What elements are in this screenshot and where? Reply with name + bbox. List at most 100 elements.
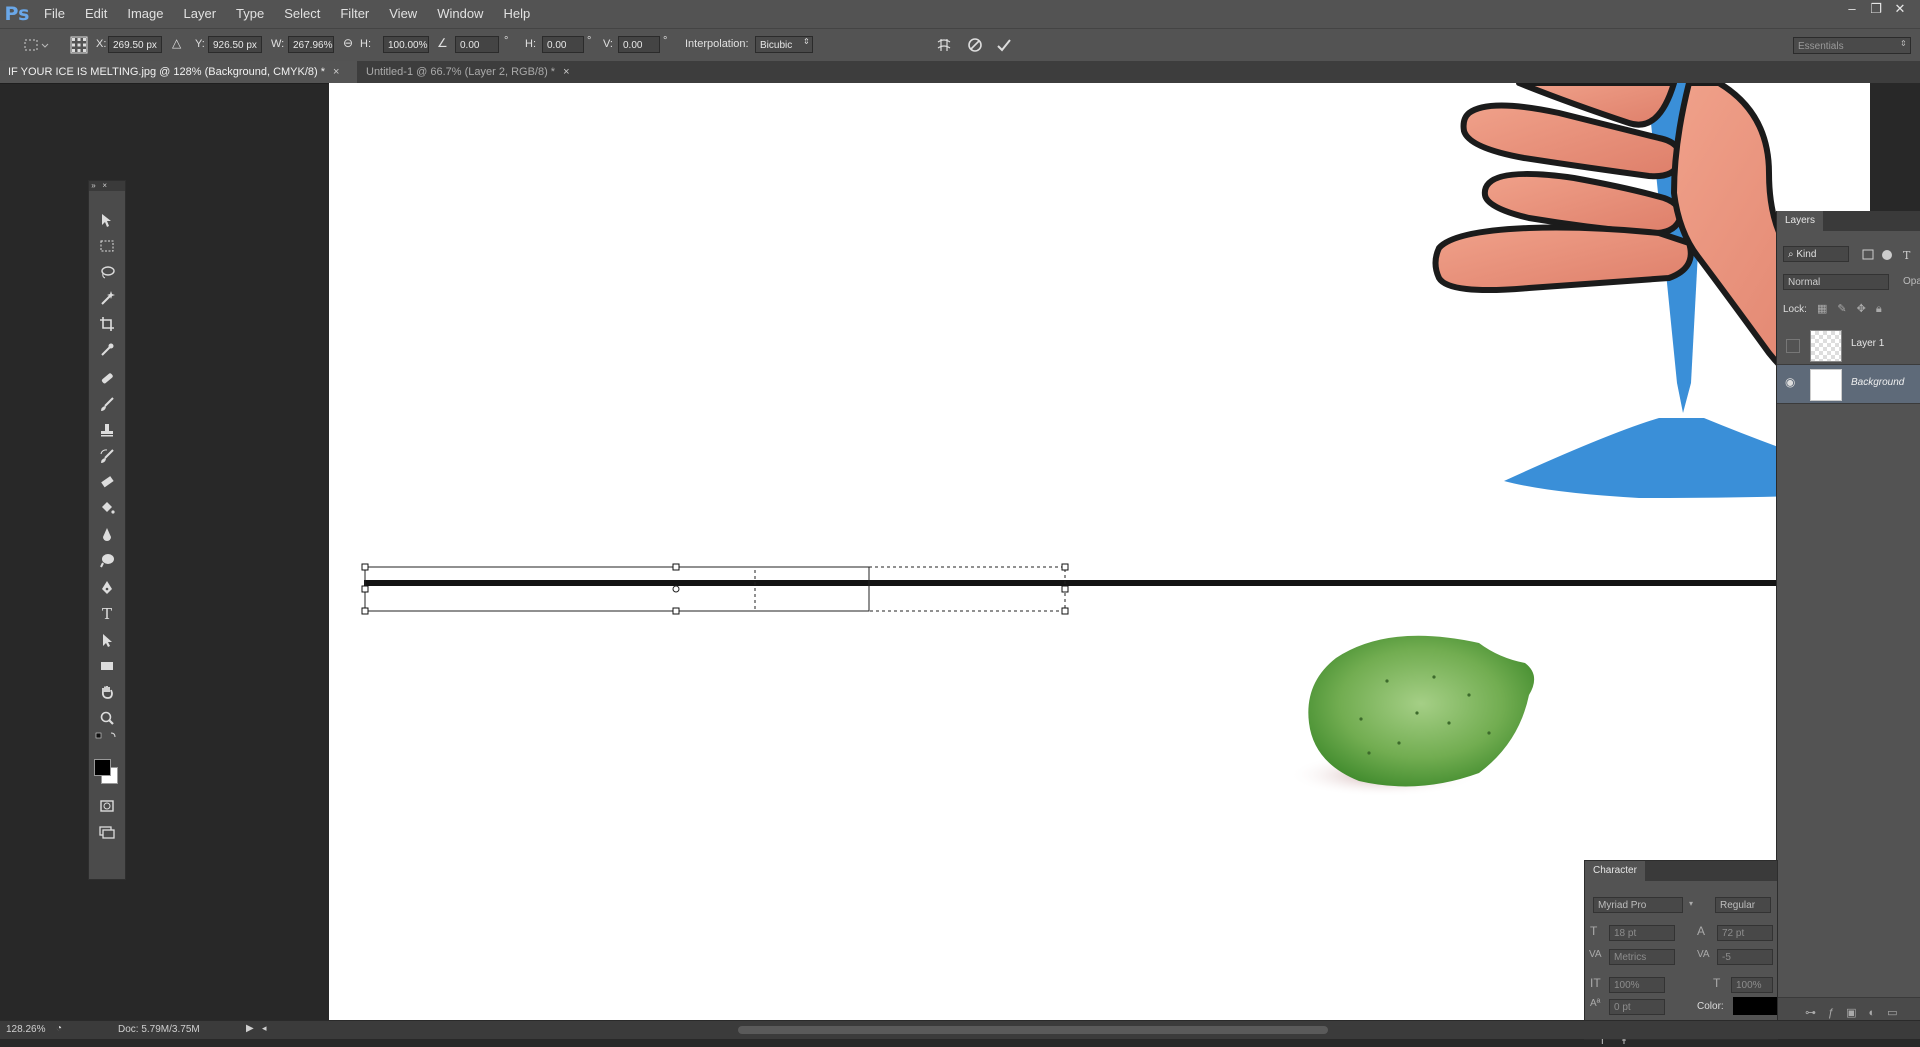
close-button[interactable]: ✕ [1888, 0, 1912, 18]
magic-wand-icon[interactable] [95, 287, 119, 309]
path-selection-icon[interactable] [95, 629, 119, 651]
hand-tool-icon[interactable] [95, 681, 119, 703]
menu-filter[interactable]: Filter [330, 0, 379, 28]
tab-label: Untitled-1 @ 66.7% (Layer 2, RGB/8) * [366, 66, 556, 78]
menu-help[interactable]: Help [493, 0, 540, 28]
eraser-tool-icon[interactable] [95, 471, 119, 493]
menu-window[interactable]: Window [427, 0, 493, 28]
minimize-button[interactable]: – [1840, 0, 1864, 18]
w-label: W: [271, 38, 285, 50]
chevron-down-icon: ▾ [1689, 899, 1694, 908]
vskew-field[interactable]: 0.00 [618, 36, 660, 53]
font-size-field[interactable]: 18 pt [1609, 925, 1675, 941]
type-tool-icon[interactable]: T [95, 603, 119, 625]
vertical-scale-icon: IT [1590, 976, 1601, 990]
angle-field[interactable]: 0.00 [455, 36, 499, 53]
hskew-field[interactable]: 0.00 [542, 36, 584, 53]
blend-mode-select[interactable]: Normal [1783, 274, 1889, 290]
close-tab-icon[interactable]: × [563, 66, 569, 78]
menu-select[interactable]: Select [274, 0, 330, 28]
tab-ice-melting[interactable]: IF YOUR ICE IS MELTING.jpg @ 128% (Backg… [0, 61, 357, 83]
foreground-color-swatch[interactable] [94, 759, 111, 776]
cancel-transform-icon[interactable] [966, 36, 984, 54]
healing-brush-icon[interactable] [95, 367, 119, 389]
vertical-scale-field[interactable]: 100% [1609, 977, 1665, 993]
quick-mask-icon[interactable] [95, 795, 119, 817]
doc-size: Doc: 5.79M/3.75M [118, 1024, 200, 1035]
swap-colors-icon[interactable] [95, 729, 119, 743]
menu-file[interactable]: File [34, 0, 75, 28]
font-size-icon: T [1590, 924, 1598, 938]
menu-image[interactable]: Image [117, 0, 173, 28]
x-field[interactable]: 269.50 px [108, 36, 162, 53]
paint-bucket-icon[interactable] [95, 497, 119, 519]
character-tab[interactable]: Character [1585, 861, 1645, 881]
lasso-tool-icon[interactable] [95, 261, 119, 283]
toolbar-header[interactable]: » × [89, 181, 125, 191]
crop-tool-icon[interactable] [95, 313, 119, 335]
layer-row-layer1[interactable]: Layer 1 [1777, 326, 1920, 365]
clone-stamp-icon[interactable] [95, 419, 119, 441]
zoom-tool-icon[interactable] [95, 707, 119, 729]
move-tool-icon[interactable] [95, 209, 119, 231]
tab-label: IF YOUR ICE IS MELTING.jpg @ 128% (Backg… [8, 66, 326, 78]
dodge-tool-icon[interactable] [95, 549, 119, 571]
close-tab-icon[interactable]: × [333, 66, 339, 78]
tracking-field[interactable]: -5 [1717, 949, 1773, 965]
horizontal-scrollbar-thumb[interactable] [738, 1026, 1328, 1034]
transform-tool-icon[interactable] [22, 37, 50, 53]
layers-tab[interactable]: Layers [1777, 211, 1824, 231]
leading-field[interactable]: 72 pt [1717, 925, 1773, 941]
tab-untitled[interactable]: Untitled-1 @ 66.7% (Layer 2, RGB/8) * × [358, 61, 588, 83]
status-icon: ◔ [56, 1023, 63, 1034]
y-field[interactable]: 926.50 px [208, 36, 262, 53]
status-menu-arrow-icon[interactable]: ▶ [246, 1023, 254, 1034]
layers-panel: Layers ⌕ Kind T Normal Opac Lock: ▦✎✥🔒︎ … [1776, 211, 1920, 1027]
visibility-toggle[interactable] [1786, 339, 1800, 353]
zoom-level[interactable]: 128.26% [6, 1024, 45, 1035]
blur-tool-icon[interactable] [95, 523, 119, 545]
rectangle-tool-icon[interactable] [95, 655, 119, 677]
history-brush-icon[interactable] [95, 445, 119, 467]
layer-name: Background [1851, 377, 1905, 388]
eye-icon[interactable]: ◉ [1785, 375, 1795, 389]
brush-tool-icon[interactable] [95, 393, 119, 415]
eyedropper-icon[interactable] [95, 339, 119, 361]
commit-transform-icon[interactable] [995, 36, 1013, 54]
lock-label: Lock: [1783, 304, 1807, 315]
menu-edit[interactable]: Edit [75, 0, 117, 28]
height-field[interactable]: 100.00% [383, 36, 429, 53]
workspace-select[interactable]: Essentials [1793, 37, 1911, 54]
link-icon[interactable]: ⊖ [343, 36, 353, 50]
width-field[interactable]: 267.96% [288, 36, 334, 53]
horizontal-scale-field[interactable]: 100% [1731, 977, 1773, 993]
baseline-field[interactable]: 0 pt [1609, 999, 1665, 1015]
layer-action-icons[interactable]: ⊶ƒ▣◐▭ [1805, 1006, 1910, 1019]
vskew-label: V: [603, 38, 613, 50]
layer-row-background[interactable]: ◉ Background [1777, 365, 1920, 404]
horizontal-scale-icon: T [1713, 976, 1721, 990]
restore-button[interactable]: ❐ [1864, 0, 1888, 18]
warp-icon[interactable] [935, 36, 953, 54]
pen-tool-icon[interactable] [95, 577, 119, 599]
menu-layer[interactable]: Layer [174, 0, 227, 28]
filter-icons[interactable]: T [1861, 248, 1920, 262]
menu-bar: Ps File Edit Image Layer Type Select Fil… [0, 0, 1920, 28]
menu-view[interactable]: View [379, 0, 427, 28]
horizontal-line-shape[interactable] [364, 580, 1870, 586]
status-bar: 128.26% ◔ Doc: 5.79M/3.75M ▶ ◂ [0, 1020, 1920, 1039]
screen-mode-icon[interactable] [95, 821, 119, 843]
font-family-select[interactable]: Myriad Pro [1593, 897, 1683, 913]
reference-point-icon[interactable] [70, 36, 88, 54]
layer-thumbnail [1810, 369, 1842, 401]
text-color-swatch[interactable] [1733, 997, 1777, 1015]
menu-type[interactable]: Type [226, 0, 274, 28]
lock-icons[interactable]: ▦✎✥🔒︎ [1817, 302, 1892, 316]
marquee-tool-icon[interactable] [95, 235, 119, 257]
kind-filter[interactable]: ⌕ Kind [1783, 246, 1849, 262]
scroll-left-icon[interactable]: ◂ [262, 1023, 267, 1034]
transform-bounding-box[interactable] [361, 563, 1069, 615]
layer-name: Layer 1 [1851, 338, 1885, 349]
font-style-select[interactable]: Regular [1715, 897, 1771, 913]
kerning-select[interactable]: Metrics [1609, 949, 1675, 965]
